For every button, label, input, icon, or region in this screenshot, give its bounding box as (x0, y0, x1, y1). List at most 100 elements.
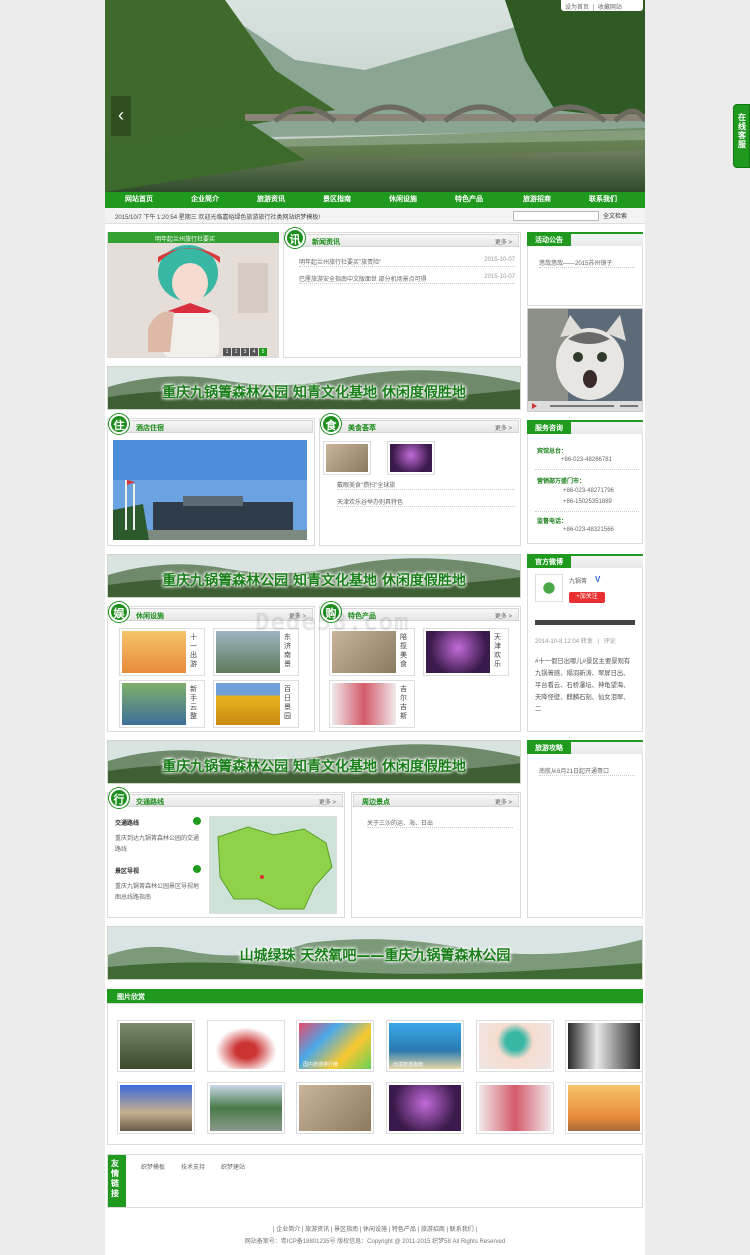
leisure-card-3[interactable]: 新手云整 (119, 680, 205, 728)
service-label-3: 监督电话： (537, 519, 568, 525)
food-icon: 食 (321, 414, 341, 434)
gallery-photo-1[interactable] (117, 1020, 195, 1072)
footer-nav-contact[interactable]: 联系我们 (450, 1227, 474, 1233)
weibo-follow-button[interactable]: +加关注 (569, 592, 605, 603)
food-title: 美食荟萃 (348, 425, 376, 432)
add-favorite-link[interactable]: 收藏网站 (598, 5, 622, 11)
nav-invest[interactable]: 旅游招商 (523, 194, 551, 204)
gallery-photo-2[interactable] (207, 1020, 285, 1072)
slide-page-1[interactable]: 1 (223, 348, 231, 356)
product-card-3[interactable]: 吉尔吉斯 (329, 680, 415, 728)
link-1[interactable]: 织梦模板 (141, 1162, 165, 1171)
slide-page-5[interactable]: 5 (259, 348, 267, 356)
slide-page-2[interactable]: 2 (232, 348, 240, 356)
nearby-item-1[interactable]: 关于三沙的运、海、日出 (367, 818, 513, 828)
slide-page-3[interactable]: 3 (241, 348, 249, 356)
weibo-meta-separator: | (597, 639, 599, 645)
gallery-photo-4-caption: 出境旅游指南 (393, 1062, 424, 1068)
video-player[interactable] (527, 308, 643, 412)
hotel-photo[interactable] (113, 440, 307, 540)
route-1-arrow-icon[interactable] (193, 817, 201, 825)
link-2[interactable]: 技术支持 (181, 1162, 205, 1171)
footer-nav-news[interactable]: 旅游资讯 (305, 1227, 329, 1233)
gallery-photo-6[interactable] (565, 1020, 643, 1072)
food-item-2[interactable]: 天津欢乐谷举办别具特色 (337, 497, 515, 507)
footer-nav-about[interactable]: 企业简介 (276, 1227, 300, 1233)
product-card-2[interactable]: 天津欢乐 (423, 628, 509, 676)
search-button[interactable]: 全文检索 (603, 211, 627, 220)
activity-title: 活动公告 (527, 234, 571, 246)
activity-item-1[interactable]: 悠哉悠哉——2015苏州镜子 (539, 258, 635, 268)
footer-copyright: 网站备案号：粤ICP备18801235号 版权信息：Copyright @ 20… (244, 1239, 506, 1245)
footer-nav-products[interactable]: 特色产品 (392, 1227, 416, 1233)
transport-header: 交通路线 更多 > (113, 794, 343, 807)
leisure-card-1[interactable]: 十一出游 (119, 628, 205, 676)
food-more-link[interactable]: 更多 > (495, 423, 512, 432)
footer-nav: | 企业简介 | 旅游资讯 | 景区指南 | 休闲设施 | 特色产品 | 旅游招… (272, 1227, 477, 1233)
slide-caption: 明年起兰州旅行社要买 (155, 237, 216, 243)
gallery-photo-9[interactable] (296, 1082, 374, 1134)
route-2-title[interactable]: 景区导视 (115, 866, 139, 875)
online-service-tab[interactable]: 在线客服 (733, 104, 750, 168)
route-2-arrow-icon[interactable] (193, 865, 201, 873)
promo-banner-1-text: 重庆九锅箐森林公园 知青文化基地 休闲度假胜地 (162, 385, 466, 401)
gallery-photo-4[interactable]: 出境旅游指南 (386, 1020, 464, 1072)
transport-more-link[interactable]: 更多 > (319, 797, 336, 806)
top-links-separator: | (592, 5, 595, 11)
nav-leisure[interactable]: 休闲设施 (389, 194, 417, 204)
gallery-photo-12[interactable] (565, 1082, 643, 1134)
news-item-1[interactable]: 明年起兰州旅行社要买"旅责险" 2015-10-07 (299, 257, 515, 267)
link-3[interactable]: 织梦建站 (221, 1162, 245, 1171)
service-label-1: 宾馆总台： (537, 449, 568, 455)
gallery-photo-11[interactable] (476, 1082, 554, 1134)
products-more-link[interactable]: 更多 > (495, 611, 512, 620)
nav-about[interactable]: 企业简介 (191, 194, 219, 204)
promo-banner-2-text: 重庆九锅箐森林公园 知青文化基地 休闲度假胜地 (162, 573, 466, 589)
slideshow[interactable] (107, 232, 279, 358)
set-home-link[interactable]: 设为首页 (565, 5, 589, 11)
weibo-avatar[interactable] (535, 574, 563, 602)
nearby-more-link[interactable]: 更多 > (495, 797, 512, 806)
route-2-desc: 重庆九锅箐森林公园景区导视地图总线路指南 (115, 884, 200, 901)
weibo-text: #十一假日出哪儿#景区主要景观有九锅箐感、隔羽新涛、翠屏日出、平台看云、石桥瀑坛… (535, 658, 631, 713)
service-phone-2: +86-023-48271796 (563, 488, 614, 494)
route-1-title[interactable]: 交通路线 (115, 818, 139, 827)
gallery-photo-5[interactable] (476, 1020, 554, 1072)
leisure-card-4[interactable]: 百日景园 (213, 680, 299, 728)
transport-map[interactable] (209, 816, 337, 914)
slide-page-4[interactable]: 4 (250, 348, 258, 356)
play-icon[interactable] (532, 403, 537, 409)
product-card-2-label: 天津欢乐 (494, 634, 501, 668)
weibo-comment-link[interactable]: 评论 (604, 639, 616, 645)
product-card-3-label: 吉尔吉斯 (400, 686, 407, 720)
food-header: 美食荟萃 更多 > (325, 420, 519, 433)
footer-nav-scenic[interactable]: 景区指南 (334, 1227, 358, 1233)
footer-nav-leisure[interactable]: 休闲设施 (363, 1227, 387, 1233)
news-more-link[interactable]: 更多 > (495, 237, 512, 246)
video-controls[interactable] (528, 401, 642, 411)
volume-track[interactable] (620, 405, 638, 407)
gallery-photo-8[interactable] (207, 1082, 285, 1134)
gallery-photo-3[interactable]: 国内旅游排行榜 (296, 1020, 374, 1072)
food-item-1[interactable]: 戴眼美食"攒扫"全球旅 (337, 480, 515, 490)
food-thumb-1[interactable] (323, 441, 371, 475)
weibo-time[interactable]: 2014-10-8 12:04 转发 (535, 639, 593, 645)
footer-nav-invest[interactable]: 旅游招商 (421, 1227, 445, 1233)
news-item-2[interactable]: 巴厘旅游安全指南中文版面世 部分机场景点可得 2015-10-07 (299, 274, 515, 284)
nav-scenic[interactable]: 景区指南 (323, 194, 351, 204)
slide-pager: 1 2 3 4 5 (223, 348, 267, 356)
gallery-photo-10[interactable] (386, 1082, 464, 1134)
guide-item-1[interactable]: 南航从6月21日起开通哥口 (539, 766, 635, 776)
slide-prev-arrow[interactable]: ‹ (111, 96, 131, 136)
nav-products[interactable]: 特色产品 (455, 194, 483, 204)
video-progress-track[interactable] (550, 405, 614, 407)
weibo-name[interactable]: 九锅箐 (569, 576, 587, 585)
nav-news[interactable]: 旅游资讯 (257, 194, 285, 204)
nav-contact[interactable]: 联系我们 (589, 194, 617, 204)
search-input[interactable] (513, 211, 599, 221)
gallery-photo-7[interactable] (117, 1082, 195, 1134)
transport-title: 交通路线 (136, 799, 164, 806)
weibo-header: 官方微博 (527, 554, 643, 568)
food-thumb-2[interactable] (387, 441, 435, 475)
nav-home[interactable]: 网站首页 (125, 194, 153, 204)
